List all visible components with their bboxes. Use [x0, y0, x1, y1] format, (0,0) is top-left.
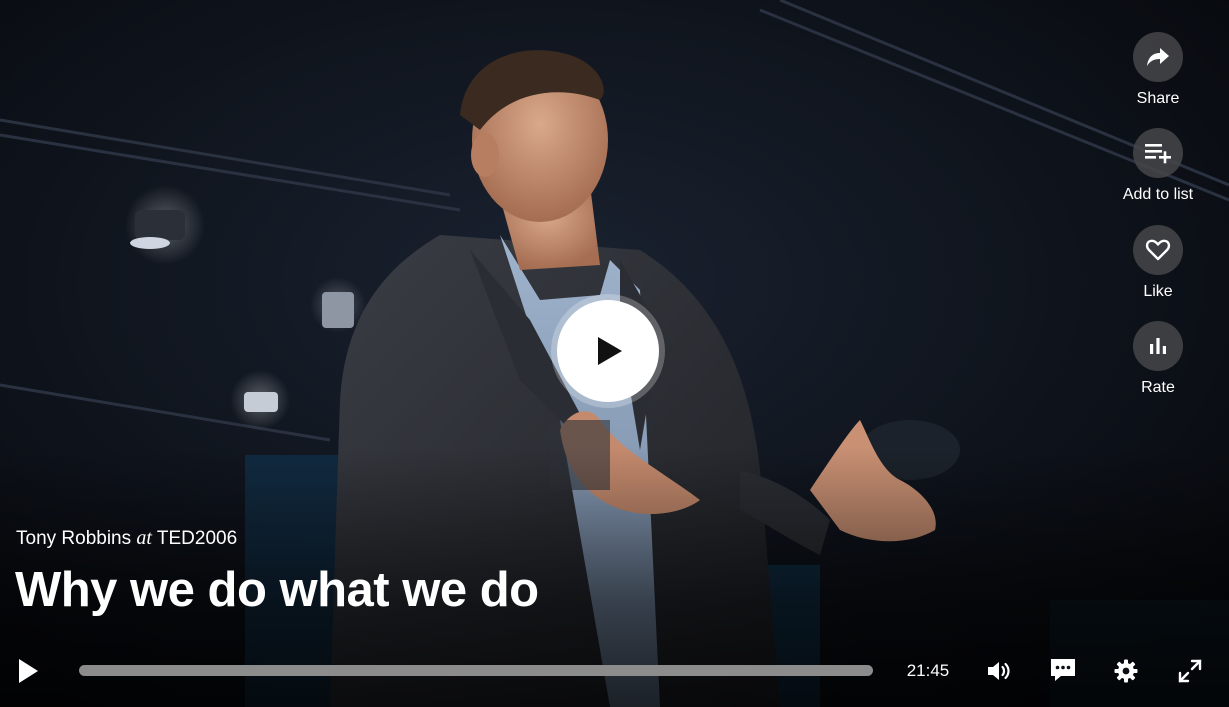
fullscreen-icon	[1178, 659, 1202, 683]
speaker-event-line: Tony Robbins at TED2006	[16, 526, 237, 551]
captions-button[interactable]	[1045, 652, 1081, 688]
play-button[interactable]	[10, 653, 46, 689]
at-separator: at	[136, 527, 152, 549]
fullscreen-button[interactable]	[1172, 653, 1208, 689]
duration-time: 21:45	[906, 661, 950, 680]
volume-button[interactable]	[982, 653, 1018, 689]
captions-icon	[1051, 659, 1075, 681]
play-icon	[19, 659, 38, 683]
like-button[interactable]: Like	[1108, 225, 1208, 302]
volume-icon	[988, 662, 1010, 680]
share-label: Share	[1136, 90, 1180, 107]
talk-title: Why we do what we do	[15, 563, 539, 617]
video-player[interactable]: Tony Robbins at TED2006 Why we do what w…	[0, 0, 1229, 707]
settings-button[interactable]	[1108, 653, 1144, 689]
progress-bar[interactable]	[79, 665, 873, 676]
big-play-circle	[557, 300, 659, 402]
rate-label: Rate	[1141, 379, 1175, 396]
settings-icon	[1114, 659, 1138, 683]
control-bar: 21:45	[0, 640, 1229, 707]
share-icon	[1147, 48, 1169, 66]
bar-chart-icon	[1150, 338, 1166, 354]
rate-button-circle	[1133, 321, 1183, 371]
like-button-circle	[1133, 225, 1183, 275]
like-label: Like	[1143, 283, 1173, 300]
big-play-button[interactable]	[551, 294, 665, 408]
add-to-list-label: Add to list	[1122, 186, 1194, 203]
playlist-add-icon	[1145, 144, 1171, 164]
add-to-list-button[interactable]: Add to list	[1108, 128, 1208, 205]
share-button-circle	[1133, 32, 1183, 82]
heart-icon	[1145, 239, 1171, 261]
rate-button[interactable]: Rate	[1108, 321, 1208, 398]
speaker-name[interactable]: Tony Robbins	[16, 528, 131, 549]
play-icon	[598, 337, 622, 365]
event-name[interactable]: TED2006	[157, 528, 237, 549]
add-to-list-button-circle	[1133, 128, 1183, 178]
share-button[interactable]: Share	[1108, 32, 1208, 109]
